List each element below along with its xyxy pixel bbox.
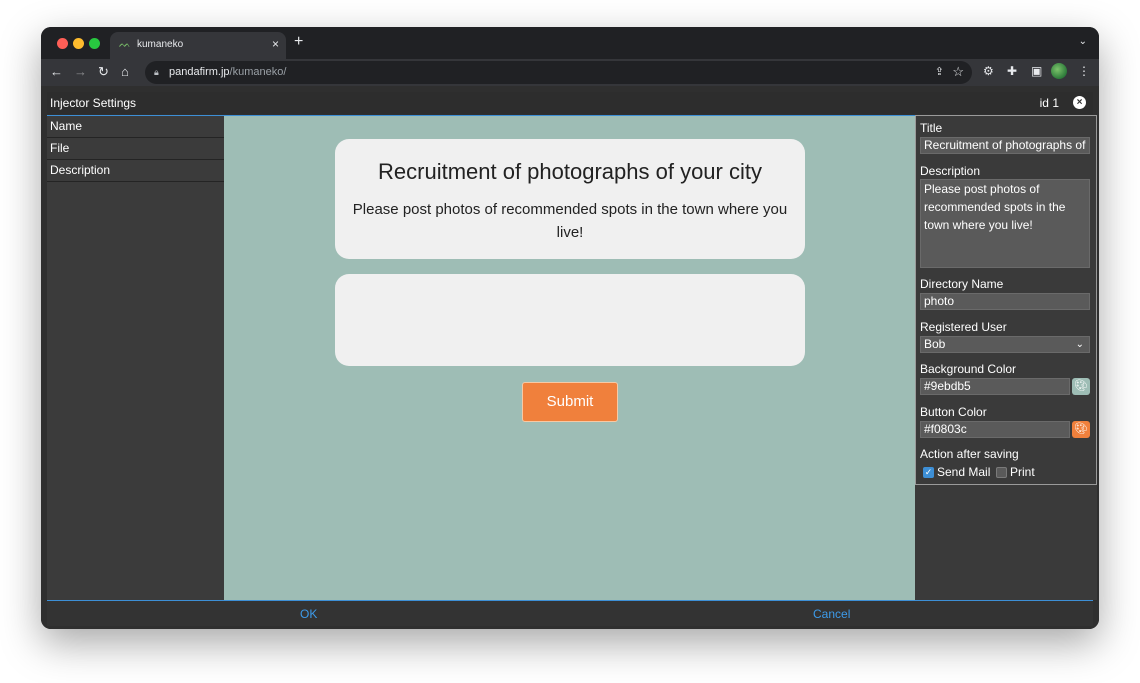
description-label: Description [920, 164, 981, 178]
gear-icon[interactable]: ⚙ [983, 64, 994, 79]
side-panel-icon[interactable]: ▣ [1031, 64, 1042, 79]
dialog-footer: OK Cancel [47, 600, 1093, 626]
dialog-title: Injector Settings [50, 96, 137, 110]
description-textarea[interactable]: Please post photos of recommended spots … [920, 179, 1090, 268]
preview-body-card[interactable] [335, 274, 805, 366]
registered-user-value: Bob [924, 337, 946, 351]
button-color-label: Button Color [920, 405, 987, 419]
properties-box: Title Recruitment of photographs of Desc… [915, 115, 1097, 485]
back-arrow-icon[interactable]: ← [50, 63, 63, 81]
reload-icon[interactable]: ↻ [98, 63, 109, 81]
injector-settings-dialog: Injector Settings id 1 × Name File Descr… [41, 86, 1099, 629]
dialog-close-icon[interactable]: × [1073, 96, 1086, 109]
share-icon[interactable]: ⇪ [935, 65, 944, 79]
field-item-description[interactable]: Description [47, 160, 224, 182]
dialog-title-bar: Injector Settings id 1 × [47, 92, 1093, 114]
directory-name-label: Directory Name [920, 277, 1004, 291]
address-bar[interactable]: 🔒︎ pandafirm.jp/kumaneko/ ⇪ ☆ [145, 61, 972, 84]
preview-description: Please post photos of recommended spots … [352, 201, 788, 241]
background-color-input[interactable]: #9ebdb5 [920, 378, 1070, 395]
palette-icon[interactable]: 🎨︎ [1072, 378, 1090, 395]
submit-button[interactable]: Submit [522, 382, 618, 422]
close-window-button[interactable] [57, 38, 68, 49]
url-host: pandafirm.jp [169, 66, 230, 78]
url-path: /kumaneko/ [229, 66, 287, 78]
action-after-saving-label: Action after saving [920, 447, 1019, 461]
preview-header-card: Recruitment of photographs of your city … [335, 139, 805, 259]
send-mail-label: Send Mail [937, 465, 991, 479]
form-preview: Recruitment of photographs of your city … [224, 115, 915, 600]
field-item-name[interactable]: Name [47, 116, 224, 138]
maximize-window-button[interactable] [89, 38, 100, 49]
url-text: pandafirm.jp/kumaneko/ [169, 66, 286, 79]
dialog-id-label: id 1 [1039, 96, 1059, 110]
extensions-puzzle-icon[interactable]: ✚ [1007, 64, 1017, 79]
ok-button[interactable]: OK [300, 607, 317, 621]
minimize-window-button[interactable] [73, 38, 84, 49]
browser-window: ᨓ kumaneko × + ⌄ ← → ↻ ⌂ 🔒︎ pandafirm.jp… [41, 27, 1099, 629]
tab-close-icon[interactable]: × [272, 37, 279, 51]
kumaneko-favicon-icon: ᨓ [119, 39, 131, 50]
print-checkbox[interactable] [996, 467, 1007, 478]
background-color-label: Background Color [920, 362, 1017, 376]
title-label: Title [920, 121, 943, 135]
lock-icon: 🔒︎ [154, 67, 159, 77]
browser-tab[interactable]: ᨓ kumaneko × [110, 32, 286, 59]
directory-name-input[interactable]: photo [920, 293, 1090, 310]
tab-title: kumaneko [137, 39, 184, 50]
title-input[interactable]: Recruitment of photographs of [920, 137, 1090, 154]
browser-toolbar: ← → ↻ ⌂ 🔒︎ pandafirm.jp/kumaneko/ ⇪ ☆ ⚙ … [41, 59, 1099, 86]
send-mail-checkbox[interactable]: ✓ [923, 467, 934, 478]
cancel-button[interactable]: Cancel [813, 607, 850, 621]
registered-user-select[interactable]: Bob ⌄ [920, 336, 1090, 353]
properties-panel: Title Recruitment of photographs of Desc… [915, 115, 1097, 600]
tab-bar: ᨓ kumaneko × + ⌄ [41, 27, 1099, 59]
preview-title: Recruitment of photographs of your city [378, 159, 762, 184]
chevron-down-icon: ⌄ [1075, 339, 1084, 350]
forward-arrow-icon[interactable]: → [74, 63, 87, 81]
print-label: Print [1010, 465, 1035, 479]
field-list-panel: Name File Description [47, 115, 224, 600]
more-menu-icon[interactable]: ⋮ [1078, 64, 1090, 79]
button-color-input[interactable]: #f0803c [920, 421, 1070, 438]
chevron-down-icon[interactable]: ⌄ [1079, 36, 1087, 48]
home-icon[interactable]: ⌂ [121, 63, 129, 81]
new-tab-icon[interactable]: + [294, 33, 303, 51]
bookmark-star-icon[interactable]: ☆ [952, 64, 964, 79]
palette-icon[interactable]: 🎨︎ [1072, 421, 1090, 438]
field-item-file[interactable]: File [47, 138, 224, 160]
registered-user-label: Registered User [920, 320, 1007, 334]
profile-avatar[interactable] [1051, 63, 1067, 79]
